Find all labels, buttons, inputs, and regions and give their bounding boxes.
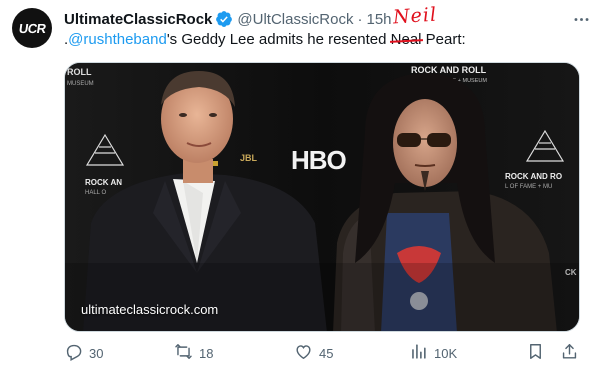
separator-dot: · [357,10,363,28]
corrected-word: NealNeil [389,3,437,50]
backdrop-text-right-2: L OF FAME + MU [505,184,552,190]
retweet-button[interactable]: 18 [174,341,213,365]
tweet-text: .@rushtheband's Geddy Lee admits he rese… [64,3,466,50]
mention-link[interactable]: @rushtheband [68,31,167,48]
photo-watermark: ultimateclassicrock.com [81,302,219,317]
views-button[interactable]: 10K [409,341,457,365]
heart-icon [294,342,313,364]
bookmark-icon [526,342,545,364]
reply-icon [64,342,83,364]
backdrop-text-right-1: ROCK AND RO [505,172,562,181]
display-name[interactable]: UltimateClassicRock [64,11,212,28]
photo-scene: ROLL MUSEUM ROCK AND ROLL HALL OF FAME +… [65,63,579,331]
verified-badge-icon [215,10,233,28]
avatar-logo-text: UCR [17,20,47,36]
reply-button[interactable]: 30 [64,341,103,365]
reply-count: 30 [89,345,104,361]
share-icon [560,342,579,364]
retweet-icon [174,342,193,364]
tweet[interactable]: UCR UltimateClassicRock @UltClassicRock … [0,0,611,374]
more-options-icon[interactable] [571,9,591,29]
jbl-logo: JBL [240,153,258,163]
tweet-header: UltimateClassicRock @UltClassicRock · 15… [64,8,392,30]
handwritten-correction: Neil [391,3,438,29]
share-button[interactable] [560,341,579,365]
backdrop-text-left-1: ROCK AN [85,178,122,187]
backdrop-text-top-left-2: MUSEUM [67,81,94,87]
text-suffix: Peart: [421,31,466,48]
views-count: 10K [434,345,458,361]
like-count: 45 [319,345,334,361]
timestamp[interactable]: 15h [366,11,391,28]
hbo-logo: HBO [291,145,347,175]
retweet-count: 18 [199,345,214,361]
like-button[interactable]: 45 [294,341,333,365]
bookmark-button[interactable] [526,341,545,365]
text-middle: 's Geddy Lee admits he resented [166,31,391,48]
backdrop-text-left-2: HALL O [85,190,106,196]
tweet-photo[interactable]: ROLL MUSEUM ROCK AND ROLL HALL OF FAME +… [64,62,580,332]
user-handle[interactable]: @UltClassicRock [237,11,353,28]
backdrop-text-top-left: ROLL [67,67,92,77]
avatar[interactable]: UCR [12,8,52,48]
tweet-actions: 30 18 45 10K [64,341,584,365]
analytics-icon [409,342,428,364]
